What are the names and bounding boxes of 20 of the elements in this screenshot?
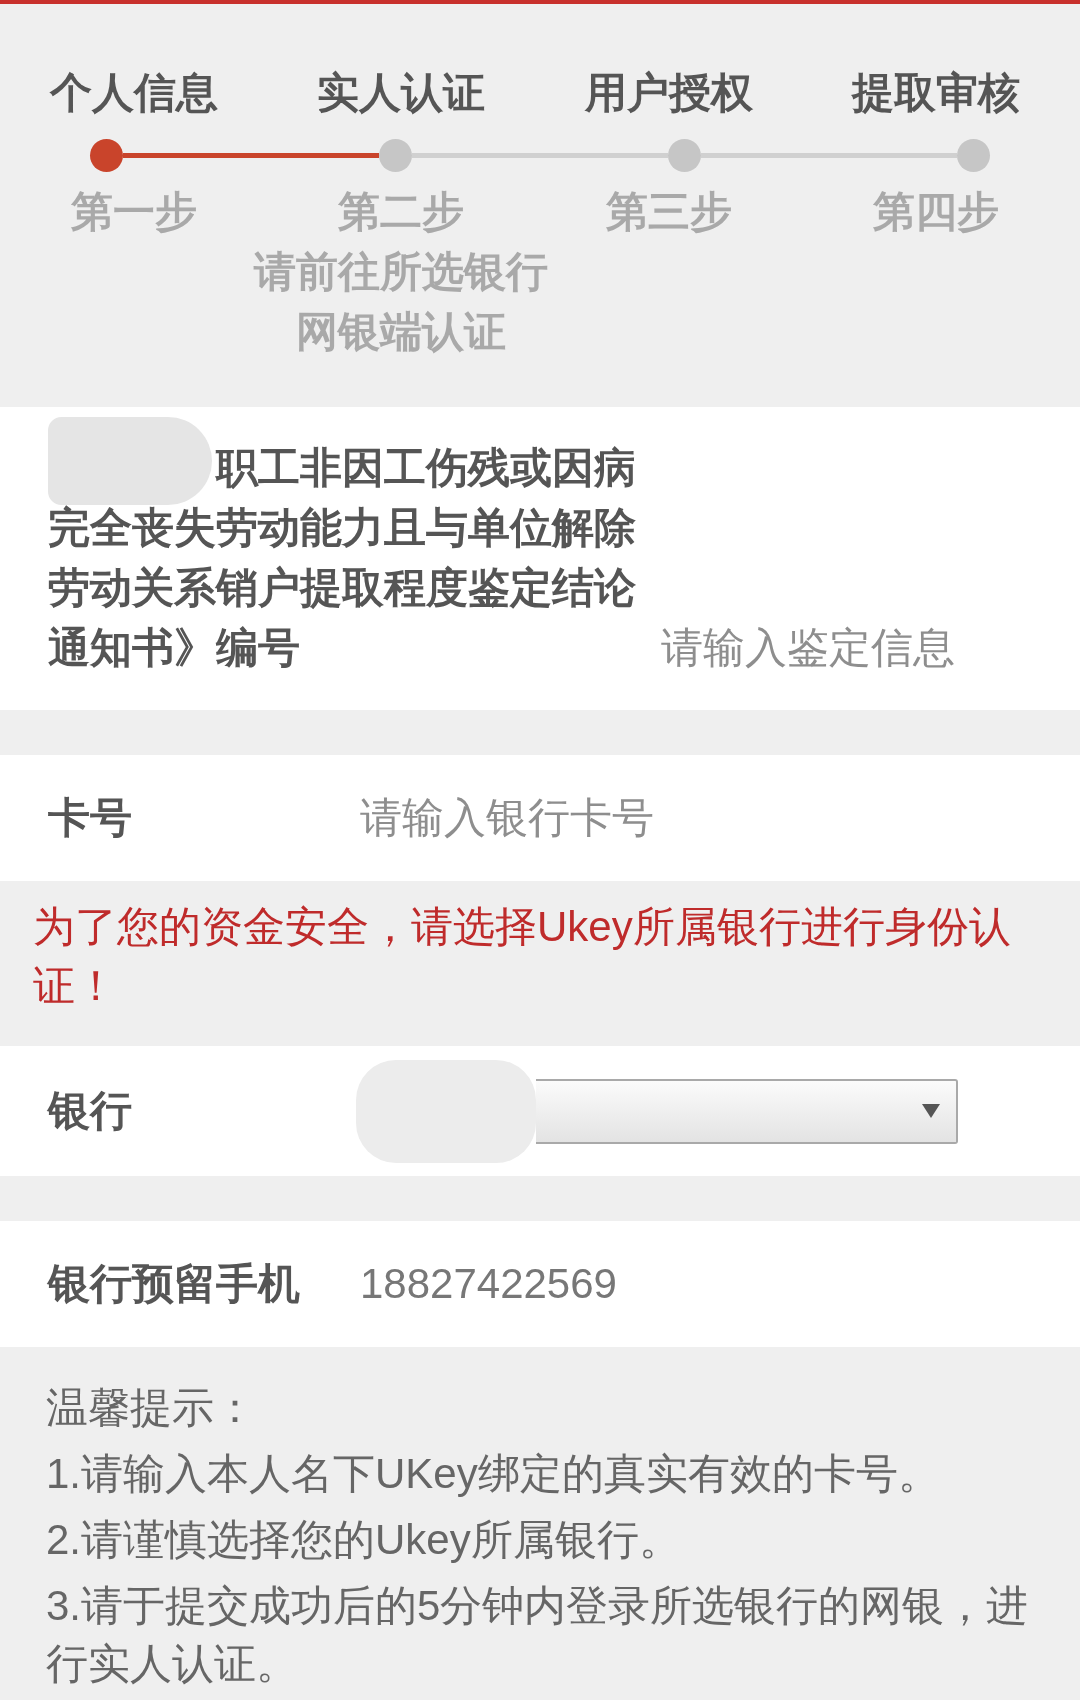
bank-select[interactable] — [536, 1078, 958, 1144]
field-label: 卡号 — [48, 793, 133, 843]
step-label: 第二步 — [338, 187, 465, 237]
tips-title: 温馨提示： — [46, 1383, 257, 1433]
step-title: 实人认证 — [317, 68, 486, 118]
field-label: 银行 — [48, 1086, 133, 1136]
tip-text: 2.请谨慎选择您的Ukey所属银行。 — [46, 1515, 682, 1565]
field-label: 职工非因工伤残或因病完全丧失劳动能力且与单位解除劳动关系销户提取程度鉴定结论通知书》编号 — [48, 444, 636, 671]
step-label: 第三步 — [605, 187, 732, 237]
caret-icon — [922, 1104, 940, 1118]
step-title: 提取审核 — [852, 68, 1021, 118]
tip-text: 1.请输入本人名下UKey绑定的真实有效的卡号。 — [46, 1449, 941, 1499]
step-note: 请前往所选银行网银端认证 — [252, 247, 550, 357]
step-title: 个人信息 — [49, 68, 218, 118]
step-label: 第四步 — [873, 187, 1000, 237]
step-title: 用户授权 — [584, 68, 753, 118]
field-label: 银行预留手机 — [48, 1259, 301, 1309]
tip-text: 3.请于提交成功后的5分钟内登录所选银行的网银，进行实人认证。 — [46, 1581, 1030, 1689]
security-notice: 为了您的资金安全，请选择Ukey所属银行进行身份认证！ — [32, 902, 1012, 1011]
step-label: 第一步 — [70, 187, 197, 237]
